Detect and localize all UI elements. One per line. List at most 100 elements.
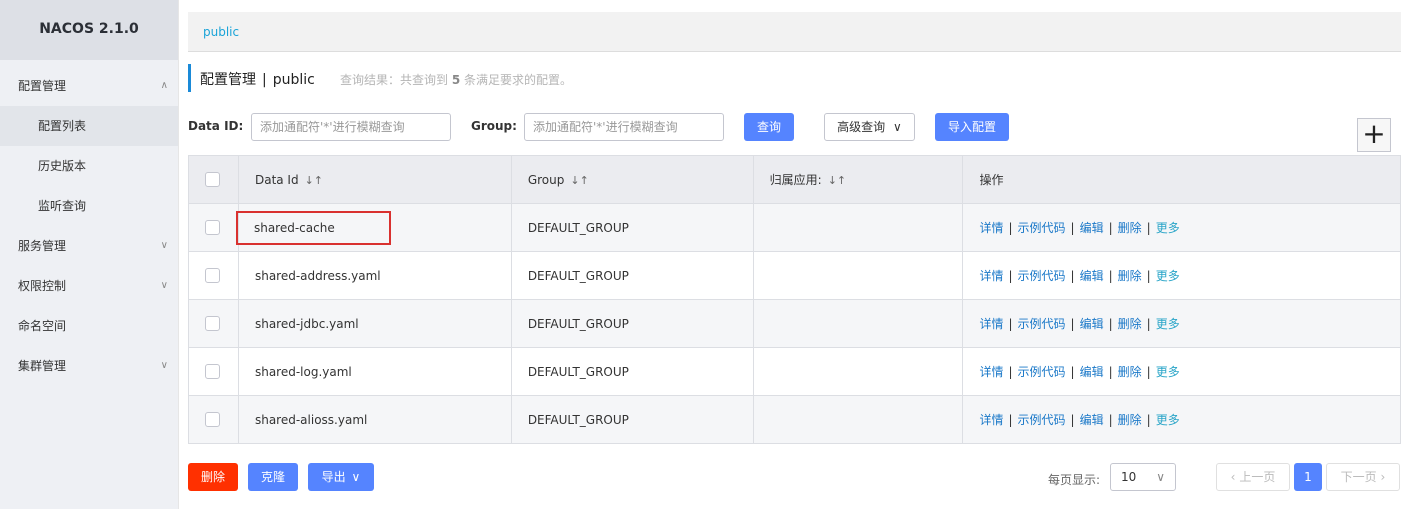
export-button[interactable]: 导出 ∨ [308, 463, 374, 491]
sidebar-item-label: 命名空间 [18, 319, 67, 333]
action-edit-link[interactable]: 编辑 [1080, 317, 1104, 331]
config-table: Data Id ↓↑ Group ↓↑ 归属应用: ↓↑ 操作 shared-cach… [188, 155, 1401, 444]
data-id-value[interactable]: shared-cache [254, 221, 335, 235]
sidebar-item-listener-query[interactable]: 监听查询 [0, 186, 178, 226]
sidebar-item-config-management[interactable]: 配置管理 ∧ [0, 66, 178, 106]
action-separator: | [1070, 365, 1075, 379]
action-delete-link[interactable]: 删除 [1118, 221, 1142, 235]
sidebar-item-namespace[interactable]: 命名空间 [0, 306, 178, 346]
sort-icon[interactable]: ↓↑ [828, 174, 846, 187]
sidebar-item-cluster-management[interactable]: 集群管理 ∨ [0, 346, 178, 386]
action-detail-link[interactable]: 详情 [979, 317, 1003, 331]
action-more-link[interactable]: 更多 [1156, 269, 1180, 283]
sort-icon[interactable]: ↓↑ [305, 174, 323, 187]
data-id-value[interactable]: shared-log.yaml [255, 365, 352, 379]
data-id-cell: shared-jdbc.yaml [238, 299, 512, 348]
app-cell [753, 203, 964, 252]
action-edit-link[interactable]: 编辑 [1080, 365, 1104, 379]
header-group[interactable]: Group ↓↑ [511, 155, 754, 204]
action-separator: | [1008, 365, 1013, 379]
row-checkbox[interactable] [205, 316, 220, 331]
sidebar-item-access-control[interactable]: 权限控制 ∨ [0, 266, 178, 306]
sort-icon[interactable]: ↓↑ [570, 174, 588, 187]
action-sample-link[interactable]: 示例代码 [1018, 221, 1066, 235]
page-title: 配置管理 | public [200, 69, 315, 89]
action-delete-link[interactable]: 删除 [1118, 413, 1142, 427]
action-more-link[interactable]: 更多 [1156, 317, 1180, 331]
action-detail-link[interactable]: 详情 [979, 269, 1003, 283]
sidebar-item-history[interactable]: 历史版本 [0, 146, 178, 186]
action-detail-link[interactable]: 详情 [979, 413, 1003, 427]
sidebar-item-config-list[interactable]: 配置列表 [0, 106, 178, 146]
select-all-cell [188, 155, 239, 204]
table-header-row: Data Id ↓↑ Group ↓↑ 归属应用: ↓↑ 操作 [188, 155, 1401, 204]
action-more-link[interactable]: 更多 [1156, 221, 1180, 235]
action-more-link[interactable]: 更多 [1156, 413, 1180, 427]
delete-button[interactable]: 删除 [188, 463, 238, 491]
header-label: Data Id [254, 172, 299, 187]
namespace-tab-public[interactable]: public [203, 25, 239, 39]
sidebar-item-label: 配置列表 [38, 119, 87, 133]
query-button[interactable]: 查询 [744, 113, 794, 141]
add-config-button[interactable]: + [1357, 118, 1391, 152]
data-id-value[interactable]: shared-alioss.yaml [255, 413, 367, 427]
prev-page-button[interactable]: ‹ 上一页 [1216, 463, 1290, 491]
hint-suffix: 条满足要求的配置。 [464, 73, 573, 87]
clone-button[interactable]: 克隆 [248, 463, 298, 491]
header-app[interactable]: 归属应用: ↓↑ [753, 155, 964, 204]
action-detail-link[interactable]: 详情 [979, 221, 1003, 235]
row-select-cell [188, 251, 239, 300]
sidebar-menu: 配置管理 ∧ 配置列表 历史版本 监听查询 服务管理 ∨ 权限控制 ∨ 命名空间… [0, 66, 178, 386]
search-row: Data ID: 添加通配符'*'进行模糊查询 Group: 添加通配符'*'进… [188, 112, 1401, 142]
group-search-input[interactable]: 添加通配符'*'进行模糊查询 [524, 113, 724, 141]
select-all-checkbox[interactable] [205, 172, 220, 187]
next-page-button[interactable]: 下一页 › [1326, 463, 1400, 491]
header-label: Group [527, 172, 565, 187]
table-row: shared-log.yaml DEFAULT_GROUP 详情 | 示例代码 | 编辑 | 删… [188, 347, 1401, 396]
action-separator: | [1108, 221, 1113, 235]
row-select-cell [188, 203, 239, 252]
header-label: 归属应用: [769, 173, 822, 187]
data-id-cell: shared-address.yaml [238, 251, 512, 300]
row-select-cell [188, 395, 239, 444]
action-detail-link[interactable]: 详情 [979, 365, 1003, 379]
action-edit-link[interactable]: 编辑 [1080, 413, 1104, 427]
sidebar-divider [178, 0, 179, 509]
action-separator: | [1146, 221, 1151, 235]
row-checkbox[interactable] [205, 268, 220, 283]
data-id-value[interactable]: shared-jdbc.yaml [255, 317, 359, 331]
table-row: shared-cache DEFAULT_GROUP 详情 | 示例代码 | 编辑 | 删除 | 更… [188, 203, 1401, 252]
group-value: DEFAULT_GROUP [527, 412, 629, 427]
app-cell [753, 395, 964, 444]
advanced-query-button[interactable]: 高级查询 ∨ [824, 113, 915, 141]
chevron-down-icon: ∨ [1156, 470, 1165, 484]
action-sample-link[interactable]: 示例代码 [1018, 317, 1066, 331]
header-data-id[interactable]: Data Id ↓↑ [238, 155, 512, 204]
action-more-link[interactable]: 更多 [1156, 365, 1180, 379]
sidebar-item-service-management[interactable]: 服务管理 ∨ [0, 226, 178, 266]
group-cell: DEFAULT_GROUP [511, 251, 754, 300]
action-sample-link[interactable]: 示例代码 [1018, 413, 1066, 427]
row-checkbox[interactable] [205, 412, 220, 427]
dataid-search-input[interactable]: 添加通配符'*'进行模糊查询 [251, 113, 451, 141]
action-delete-link[interactable]: 删除 [1118, 269, 1142, 283]
group-value: DEFAULT_GROUP [527, 316, 629, 331]
action-delete-link[interactable]: 删除 [1118, 365, 1142, 379]
action-edit-link[interactable]: 编辑 [1080, 269, 1104, 283]
page-size-select[interactable]: 10 ∨ [1110, 463, 1176, 491]
title-separator: | [262, 72, 267, 88]
current-page-button[interactable]: 1 [1294, 463, 1322, 491]
group-cell: DEFAULT_GROUP [511, 299, 754, 348]
sidebar: NACOS 2.1.0 配置管理 ∧ 配置列表 历史版本 监听查询 服务管理 ∨… [0, 0, 178, 509]
main-content: public 配置管理 | public 查询结果：共查询到 5 条满足要求的配置。… [188, 0, 1401, 509]
import-config-button[interactable]: 导入配置 [935, 113, 1009, 141]
row-checkbox[interactable] [205, 220, 220, 235]
action-sample-link[interactable]: 示例代码 [1018, 269, 1066, 283]
row-checkbox[interactable] [205, 364, 220, 379]
action-sample-link[interactable]: 示例代码 [1018, 365, 1066, 379]
action-edit-link[interactable]: 编辑 [1080, 221, 1104, 235]
sidebar-item-label: 权限控制 [18, 279, 67, 293]
data-id-value[interactable]: shared-address.yaml [255, 269, 381, 283]
action-delete-link[interactable]: 删除 [1118, 317, 1142, 331]
action-separator: | [1008, 269, 1013, 283]
